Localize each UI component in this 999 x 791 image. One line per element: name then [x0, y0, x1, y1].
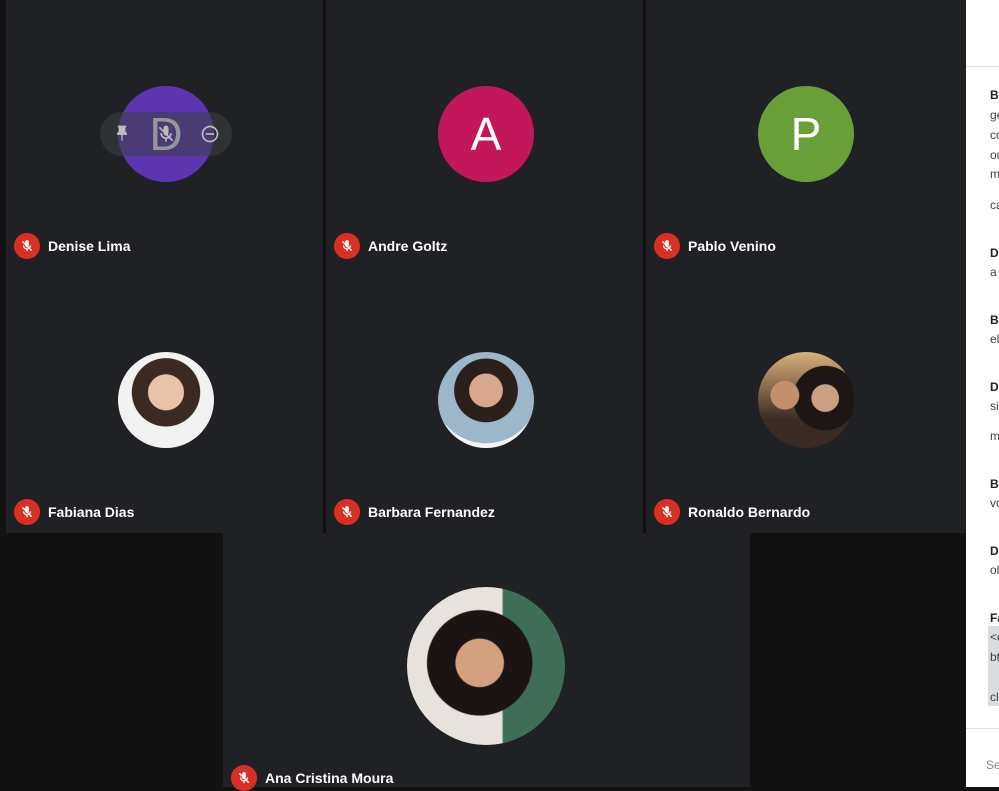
participant-name: Denise Lima: [48, 238, 131, 254]
mic-off-icon[interactable]: [156, 124, 176, 144]
chat-message-line: vo: [990, 496, 999, 510]
participant-name-row: Pablo Venino: [654, 233, 776, 259]
avatar-photo: [438, 352, 534, 448]
chat-message-line: si: [990, 399, 999, 413]
chat-sender: D: [990, 246, 999, 260]
chat-sender: B: [990, 313, 999, 327]
tile-hover-controls: [100, 112, 232, 156]
participant-name: Barbara Fernandez: [368, 504, 495, 520]
avatar-initial: A: [470, 108, 502, 160]
chat-message-line: <c: [990, 630, 999, 644]
avatar: P: [758, 86, 854, 182]
chat-message-line: co: [990, 128, 999, 142]
participant-name-row: Ronaldo Bernardo: [654, 499, 810, 525]
avatar-initial: P: [790, 108, 822, 160]
meeting-stage: D Denise Lima A: [0, 0, 966, 791]
mic-muted-icon: [654, 233, 680, 259]
participant-name: Andre Goltz: [368, 238, 448, 254]
participant-tile-pablo-venino[interactable]: P Pablo Venino: [646, 0, 966, 267]
mic-muted-icon: [334, 499, 360, 525]
chat-header: [966, 0, 999, 67]
chat-message-line: ou: [990, 148, 999, 162]
chat-message-line: m: [990, 167, 999, 181]
participant-name-row: Denise Lima: [14, 233, 130, 259]
chat-message-line: m: [990, 429, 999, 443]
avatar-photo: [407, 587, 565, 745]
mic-muted-icon: [231, 765, 257, 791]
chat-message-line: ca: [990, 198, 999, 212]
chat-message-line: cl: [990, 690, 999, 704]
participant-name: Pablo Venino: [688, 238, 776, 254]
participant-tile-ana-cristina-moura[interactable]: Ana Cristina Moura: [223, 533, 750, 791]
participant-name-row: Andre Goltz: [334, 233, 447, 259]
chat-sender: B: [990, 477, 999, 491]
chat-message-line: a: [990, 265, 997, 279]
avatar-photo: [118, 352, 214, 448]
participant-tile-fabiana-dias[interactable]: Fabiana Dias: [6, 267, 323, 533]
participant-tile-ronaldo-bernardo[interactable]: Ronaldo Bernardo: [646, 267, 966, 533]
remove-icon[interactable]: [200, 124, 220, 144]
participant-tile-andre-goltz[interactable]: A Andre Goltz: [326, 0, 643, 267]
mic-muted-icon: [654, 499, 680, 525]
avatar-photo: [758, 352, 854, 448]
participant-tile-barbara-fernandez[interactable]: Barbara Fernandez: [326, 267, 643, 533]
mic-muted-icon: [334, 233, 360, 259]
participant-name: Ronaldo Bernardo: [688, 504, 811, 520]
mic-muted-icon: [14, 499, 40, 525]
chat-panel: B ge co ou m ca D a B el D si m B vo D o…: [966, 0, 999, 787]
chat-message-line: ol: [990, 563, 999, 577]
participant-name-row: Ana Cristina Moura: [231, 765, 393, 791]
mic-muted-icon: [14, 233, 40, 259]
chat-sender: B: [990, 88, 999, 102]
participant-name-row: Barbara Fernandez: [334, 499, 495, 525]
participant-tile-denise-lima[interactable]: D Denise Lima: [6, 0, 323, 267]
chat-message-line: ge: [990, 108, 999, 122]
chat-sender: Fa: [990, 611, 999, 625]
chat-sender: D: [990, 544, 999, 558]
avatar: A: [438, 86, 534, 182]
chat-sender: D: [990, 380, 999, 394]
participant-name-row: Fabiana Dias: [14, 499, 134, 525]
chat-input-divider: [966, 728, 999, 729]
chat-message-line: el: [990, 332, 999, 346]
pin-icon[interactable]: [112, 124, 132, 144]
chat-input[interactable]: Se: [986, 758, 999, 772]
chat-message-line: bt: [990, 650, 999, 664]
participant-name: Ana Cristina Moura: [265, 770, 394, 786]
participant-name: Fabiana Dias: [48, 504, 135, 520]
